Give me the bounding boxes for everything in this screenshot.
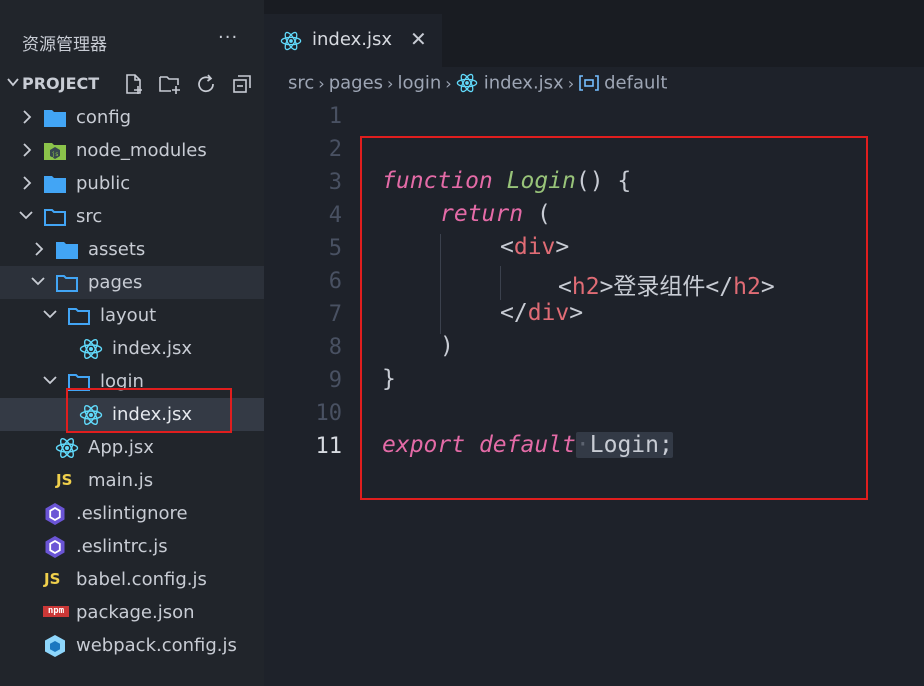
react-icon bbox=[79, 338, 103, 360]
line-number: 9 bbox=[328, 368, 342, 393]
nodejs-folder-icon: js bbox=[44, 143, 66, 160]
code-editor[interactable]: 1 2 3 4 5 6 7 8 9 10 11 function Login()… bbox=[264, 100, 924, 686]
line-number: 1 bbox=[328, 104, 342, 129]
js-icon: JS bbox=[44, 570, 61, 588]
line-number: 8 bbox=[328, 335, 342, 360]
chevron-right-icon bbox=[23, 110, 32, 124]
chevron-right-icon bbox=[23, 176, 32, 190]
refresh-icon[interactable] bbox=[194, 72, 218, 96]
tab-index-jsx[interactable]: index.jsx ✕ bbox=[264, 14, 442, 67]
close-icon[interactable]: ✕ bbox=[410, 27, 427, 51]
tree-item-label: layout bbox=[100, 305, 157, 326]
tree-item-node-modules[interactable]: js node_modules bbox=[0, 134, 264, 167]
eslint-icon bbox=[45, 503, 65, 525]
more-actions-icon[interactable]: ··· bbox=[218, 27, 238, 48]
tree-item-label: config bbox=[76, 107, 132, 128]
breadcrumb-separator: › bbox=[445, 73, 452, 93]
tree-item-pages[interactable]: pages bbox=[0, 266, 264, 299]
tree-item-app-jsx[interactable]: App.jsx bbox=[0, 431, 264, 464]
tab-label: index.jsx bbox=[312, 29, 392, 50]
tree-item-label: node_modules bbox=[76, 140, 207, 161]
current-line-number: 11 bbox=[315, 434, 343, 459]
chevron-down-icon bbox=[7, 78, 19, 87]
project-section-header[interactable]: PROJECT bbox=[0, 70, 264, 98]
chevron-right-icon bbox=[23, 143, 32, 157]
react-icon bbox=[280, 31, 302, 51]
tree-item-label: App.jsx bbox=[88, 437, 154, 458]
react-icon bbox=[55, 437, 79, 459]
tree-item-config[interactable]: config bbox=[0, 101, 264, 134]
chevron-down-icon bbox=[31, 277, 45, 286]
breadcrumb-item-file[interactable]: index.jsx bbox=[484, 73, 564, 94]
chevron-down-icon bbox=[43, 310, 57, 319]
breadcrumb-separator: › bbox=[318, 73, 325, 93]
highlight-box bbox=[360, 136, 868, 500]
line-number: 7 bbox=[328, 302, 342, 327]
collapse-all-icon[interactable] bbox=[230, 72, 254, 96]
folder-icon bbox=[56, 242, 78, 259]
folder-open-icon bbox=[68, 308, 90, 325]
line-number: 5 bbox=[328, 236, 342, 261]
tree-item-public[interactable]: public bbox=[0, 167, 264, 200]
tree-item-label: assets bbox=[88, 239, 146, 260]
breadcrumb-item-src[interactable]: src bbox=[288, 73, 314, 94]
line-number: 3 bbox=[328, 170, 342, 195]
tree-item-webpack-config-js[interactable]: webpack.config.js bbox=[0, 629, 264, 662]
tree-item-src[interactable]: src bbox=[0, 200, 264, 233]
tree-item-main-js[interactable]: JS main.js bbox=[0, 464, 264, 497]
explorer-title: 资源管理器 bbox=[22, 35, 107, 55]
folder-open-icon bbox=[44, 209, 66, 226]
breadcrumb-item-symbol[interactable]: default bbox=[604, 73, 667, 94]
tree-item-label: package.json bbox=[76, 602, 195, 623]
tree-item-label: babel.config.js bbox=[76, 569, 207, 590]
tree-item-layout-index-jsx[interactable]: index.jsx bbox=[0, 332, 264, 365]
tree-item-eslintrc-js[interactable]: .eslintrc.js bbox=[0, 530, 264, 563]
tree-item-package-json[interactable]: npm package.json bbox=[0, 596, 264, 629]
tree-item-label: src bbox=[76, 206, 103, 227]
line-number: 4 bbox=[328, 203, 342, 228]
breadcrumb: src › pages › login › index.jsx › default bbox=[288, 72, 667, 98]
project-label: PROJECT bbox=[22, 74, 100, 93]
folder-open-icon bbox=[56, 275, 78, 292]
folder-icon bbox=[44, 110, 66, 127]
chevron-down-icon bbox=[19, 211, 33, 220]
js-icon: JS bbox=[56, 471, 73, 489]
new-file-icon[interactable] bbox=[122, 72, 146, 96]
line-number: 2 bbox=[328, 137, 342, 162]
folder-icon bbox=[44, 176, 66, 193]
eslint-icon bbox=[45, 536, 65, 558]
tree-item-layout[interactable]: layout bbox=[0, 299, 264, 332]
svg-text:js: js bbox=[51, 151, 59, 158]
tree-item-label: webpack.config.js bbox=[76, 635, 237, 656]
npm-icon: npm bbox=[43, 606, 69, 617]
breadcrumb-separator: › bbox=[567, 73, 575, 93]
symbol-variable-icon bbox=[579, 75, 599, 91]
webpack-icon bbox=[45, 635, 65, 657]
editor-tab-bar: index.jsx ✕ bbox=[264, 0, 924, 67]
chevron-down-icon bbox=[43, 376, 57, 385]
tree-item-label: main.js bbox=[88, 470, 154, 491]
breadcrumb-item-pages[interactable]: pages bbox=[329, 73, 383, 94]
line-number: 6 bbox=[328, 269, 342, 294]
react-icon bbox=[456, 73, 477, 93]
tree-item-assets[interactable]: assets bbox=[0, 233, 264, 266]
tree-item-label: public bbox=[76, 173, 131, 194]
tree-item-label: index.jsx bbox=[112, 338, 192, 359]
line-number: 10 bbox=[315, 401, 343, 426]
breadcrumb-item-login[interactable]: login bbox=[397, 73, 441, 94]
tree-item-babel-config-js[interactable]: JS babel.config.js bbox=[0, 563, 264, 596]
new-folder-icon[interactable] bbox=[158, 72, 182, 96]
chevron-right-icon bbox=[35, 242, 44, 256]
breadcrumb-separator: › bbox=[387, 73, 394, 93]
tree-item-label: .eslintrc.js bbox=[76, 536, 168, 557]
tree-item-label: pages bbox=[88, 272, 143, 293]
tree-item-eslintignore[interactable]: .eslintignore bbox=[0, 497, 264, 530]
explorer-sidebar: 资源管理器 ··· PROJECT config js node_modules… bbox=[0, 0, 264, 686]
highlight-box bbox=[66, 388, 232, 433]
tree-item-label: .eslintignore bbox=[76, 503, 188, 524]
